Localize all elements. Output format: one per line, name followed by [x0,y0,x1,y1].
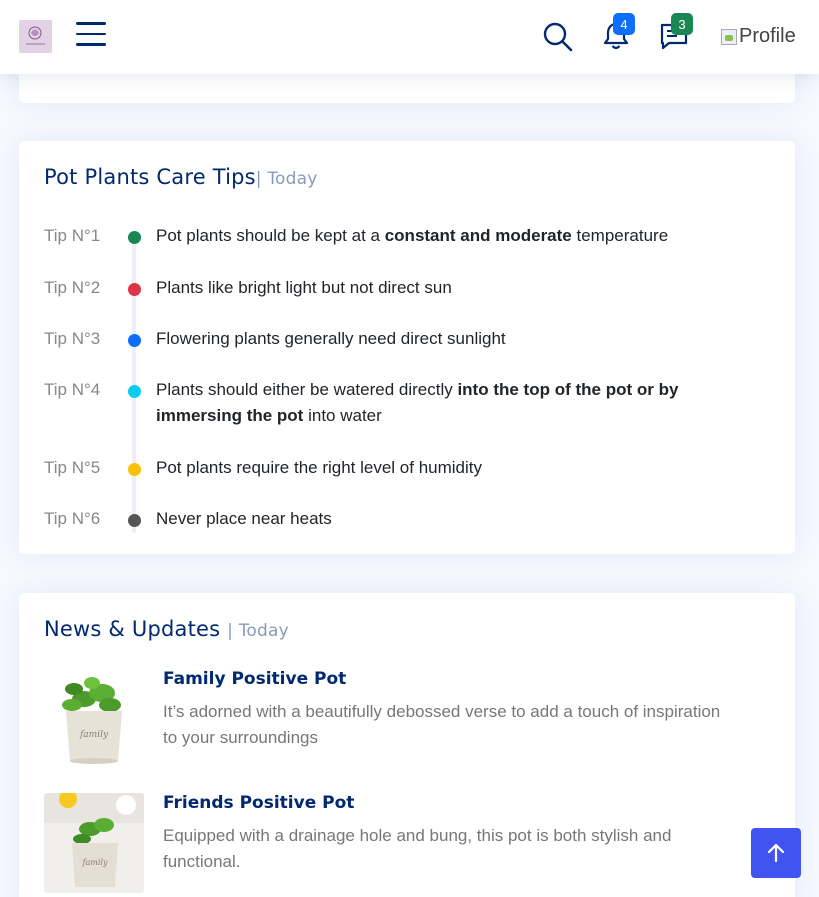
tip-text: Plants should either be watered directly… [156,380,679,425]
notifications-badge: 4 [613,13,635,35]
tip-text: Pot plants should be kept at a constant … [156,226,669,245]
top-header: 4 3 Profile [0,0,819,74]
tip-text: Flowering plants generally need direct s… [156,329,506,348]
news-item-title[interactable]: Friends Positive Pot [163,793,354,813]
news-subtitle: | Today [227,621,289,641]
tip-label: Tip N°5 [44,458,101,477]
news-item-description: Equipped with a drainage hole and bung, … [163,826,672,871]
tip-label: Tip N°2 [44,278,101,297]
tip-dot-icon [128,385,141,398]
tip-label: Tip N°6 [44,509,101,528]
news-thumbnail[interactable]: family [44,793,144,893]
tip-dot-icon [128,231,141,244]
profile-image-icon [721,28,737,45]
profile-label: Profile [739,25,796,47]
profile-dropdown[interactable]: Profile [721,25,796,48]
messages-badge: 3 [671,13,693,35]
tip-dot-icon [128,283,141,296]
hamburger-menu-icon[interactable] [76,22,106,50]
tips-card-title: Pot Plants Care Tips| Today [44,165,318,189]
tip-label: Tip N°3 [44,329,101,348]
news-thumbnail[interactable]: family [44,669,144,769]
tip-dot-icon [128,463,141,476]
potted-plant-icon: family [44,793,144,893]
tips-subtitle: | Today [255,169,318,189]
logo-icon [19,20,52,53]
arrow-up-icon [767,843,785,863]
tips-card: Pot Plants Care Tips| Today Tip N°1 Pot … [19,141,795,554]
tip-text: Never place near heats [156,509,332,528]
tip-text: Plants like bright light but not direct … [156,278,452,297]
tip-label: Tip N°4 [44,380,101,399]
tip-dot-icon [128,334,141,347]
tips-title-text: Pot Plants Care Tips [44,165,256,189]
news-item-description: It’s adorned with a beautifully debossed… [163,702,721,747]
search-icon[interactable] [541,20,573,52]
svg-text:family: family [82,858,108,867]
news-card-title: News & Updates | Today [44,617,289,641]
tip-label: Tip N°1 [44,226,101,245]
potted-plant-icon: family [44,669,144,769]
svg-text:family: family [79,730,109,740]
news-title-text: News & Updates [44,617,221,641]
back-to-top-button[interactable] [751,828,801,878]
tip-dot-icon [128,514,141,527]
timeline-line [132,233,136,533]
news-item-title[interactable]: Family Positive Pot [163,669,346,689]
tip-text: Pot plants require the right level of hu… [156,458,483,477]
news-card: News & Updates | Today family Family Pos… [19,593,795,897]
logo[interactable] [19,20,52,53]
